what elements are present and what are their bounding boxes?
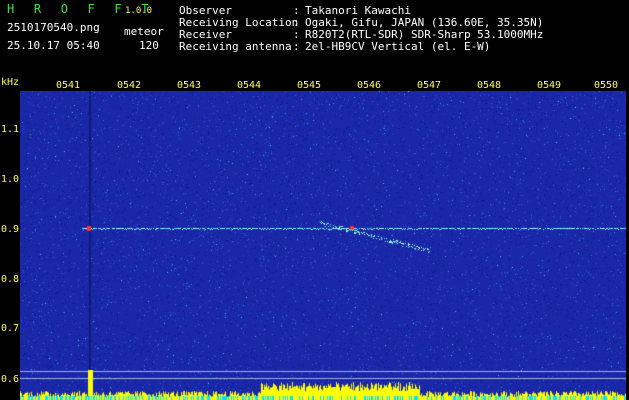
observation-mode: meteor [124,25,164,38]
freq-tick-label: 1.0 [1,174,20,185]
time-tick-label: 0549 [537,80,562,91]
time-tick-label: 0550 [594,80,619,91]
time-tick-label: 0547 [417,80,442,91]
time-tick-label: 0543 [177,80,202,91]
time-tick-label: 0544 [237,80,262,91]
field-sep: : [293,40,300,53]
freq-tick-label: 0.7 [1,323,20,334]
frequency-unit-label: kHz [1,77,20,88]
time-tick-label: 0546 [357,80,382,91]
header-panel: H R O F F T 1.0.0 2510170540.png meteor … [0,0,629,76]
detection-count: 120 [139,39,159,52]
app-version: 1.0.0 [125,6,153,16]
field-label-antenna: Receiving antenna [179,40,292,53]
time-tick-label: 0541 [56,80,81,91]
image-filename: 2510170540.png [7,21,100,34]
time-tick-label: 0548 [477,80,502,91]
waterfall-spectrogram [20,91,626,400]
observation-datetime: 25.10.17 05:40 [7,39,100,52]
field-value-antenna: 2el-HB9CV Vertical (el. E-W) [305,40,491,53]
freq-tick-label: 0.6 [1,374,20,385]
time-tick-label: 0545 [297,80,322,91]
freq-tick-label: 0.8 [1,274,20,285]
time-tick-label: 0542 [117,80,142,91]
waterfall-canvas [20,91,626,400]
freq-tick-label: 0.9 [1,224,20,235]
freq-tick-label: 1.1 [1,124,20,135]
